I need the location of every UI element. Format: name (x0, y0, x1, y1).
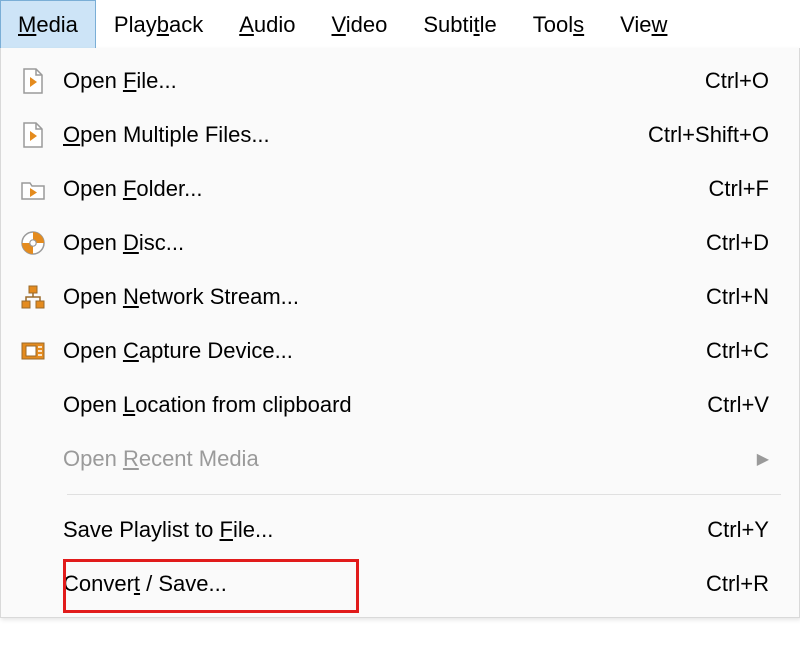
menu-item-open-location-from-clipboard[interactable]: Open Location from clipboardCtrl+V (1, 378, 799, 432)
menu-item-shortcut: Ctrl+V (707, 392, 769, 418)
menu-item-open-network-stream[interactable]: Open Network Stream...Ctrl+N (1, 270, 799, 324)
menu-item-open-multiple-files[interactable]: Open Multiple Files...Ctrl+Shift+O (1, 108, 799, 162)
network-icon (19, 283, 63, 311)
menubar: Media Playback Audio Video Subtitle Tools View (0, 0, 800, 48)
menu-item-label: Open Recent Media (63, 446, 747, 472)
menu-item-shortcut: Ctrl+C (706, 338, 769, 364)
menu-item-shortcut: Ctrl+O (705, 68, 769, 94)
menu-item-open-file[interactable]: Open File...Ctrl+O (1, 54, 799, 108)
capture-device-icon (19, 337, 63, 365)
menubar-item-audio[interactable]: Audio (221, 0, 313, 48)
menu-item-shortcut: Ctrl+Y (707, 517, 769, 543)
menubar-item-label: Playback (114, 12, 203, 38)
menubar-item-label: View (620, 12, 667, 38)
menubar-item-label: Subtitle (423, 12, 496, 38)
file-play-icon (19, 67, 63, 95)
menubar-item-label: Media (18, 12, 78, 38)
menu-item-shortcut: Ctrl+R (706, 571, 769, 597)
menubar-item-label: Video (332, 12, 388, 38)
menubar-item-video[interactable]: Video (314, 0, 406, 48)
menu-item-label: Open Folder... (63, 176, 709, 202)
menubar-item-view[interactable]: View (602, 0, 685, 48)
menu-item-label: Open Location from clipboard (63, 392, 707, 418)
menu-item-open-recent-media: Open Recent Media ▶ (1, 432, 799, 486)
media-dropdown-menu: Open File...Ctrl+OOpen Multiple Files...… (0, 48, 800, 618)
menu-item-open-capture-device[interactable]: Open Capture Device...Ctrl+C (1, 324, 799, 378)
menu-separator (67, 494, 781, 495)
menubar-item-subtitle[interactable]: Subtitle (405, 0, 514, 48)
menu-item-label: Open Disc... (63, 230, 706, 256)
menu-item-label: Open Multiple Files... (63, 122, 648, 148)
chevron-right-icon: ▶ (757, 449, 769, 469)
menubar-item-label: Tools (533, 12, 584, 38)
menu-item-shortcut: Ctrl+D (706, 230, 769, 256)
menu-item-label: Save Playlist to File... (63, 517, 707, 543)
menu-item-label: Open Capture Device... (63, 338, 706, 364)
menu-item-open-disc[interactable]: Open Disc...Ctrl+D (1, 216, 799, 270)
menu-item-shortcut: Ctrl+N (706, 284, 769, 310)
menubar-item-playback[interactable]: Playback (96, 0, 221, 48)
menu-item-label: Convert / Save... (63, 571, 706, 597)
menu-item-shortcut: Ctrl+F (709, 176, 770, 202)
menu-item-shortcut: Ctrl+Shift+O (648, 122, 769, 148)
menu-item-save-playlist-to-file[interactable]: Save Playlist to File...Ctrl+Y (1, 503, 799, 557)
menubar-item-media[interactable]: Media (0, 0, 96, 48)
menu-item-convert-save[interactable]: Convert / Save...Ctrl+R (1, 557, 799, 611)
file-play-icon (19, 121, 63, 149)
menu-item-label: Open Network Stream... (63, 284, 706, 310)
folder-play-icon (19, 175, 63, 203)
menu-item-label: Open File... (63, 68, 705, 94)
menubar-item-label: Audio (239, 12, 295, 38)
menubar-item-tools[interactable]: Tools (515, 0, 602, 48)
disc-icon (19, 229, 63, 257)
menu-item-open-folder[interactable]: Open Folder...Ctrl+F (1, 162, 799, 216)
